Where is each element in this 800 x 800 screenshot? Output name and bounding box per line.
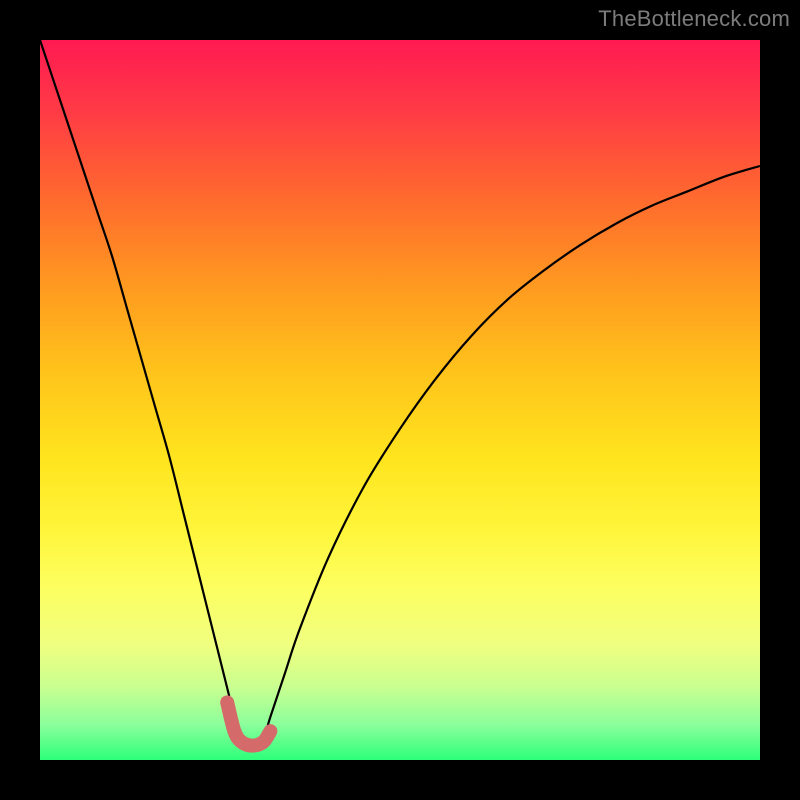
highlight-u [227,702,270,745]
watermark-text: TheBottleneck.com [598,6,790,32]
curve-layer [40,40,760,760]
plot-area [40,40,760,760]
chart-frame: TheBottleneck.com [0,0,800,800]
bottleneck-curve [40,40,760,746]
